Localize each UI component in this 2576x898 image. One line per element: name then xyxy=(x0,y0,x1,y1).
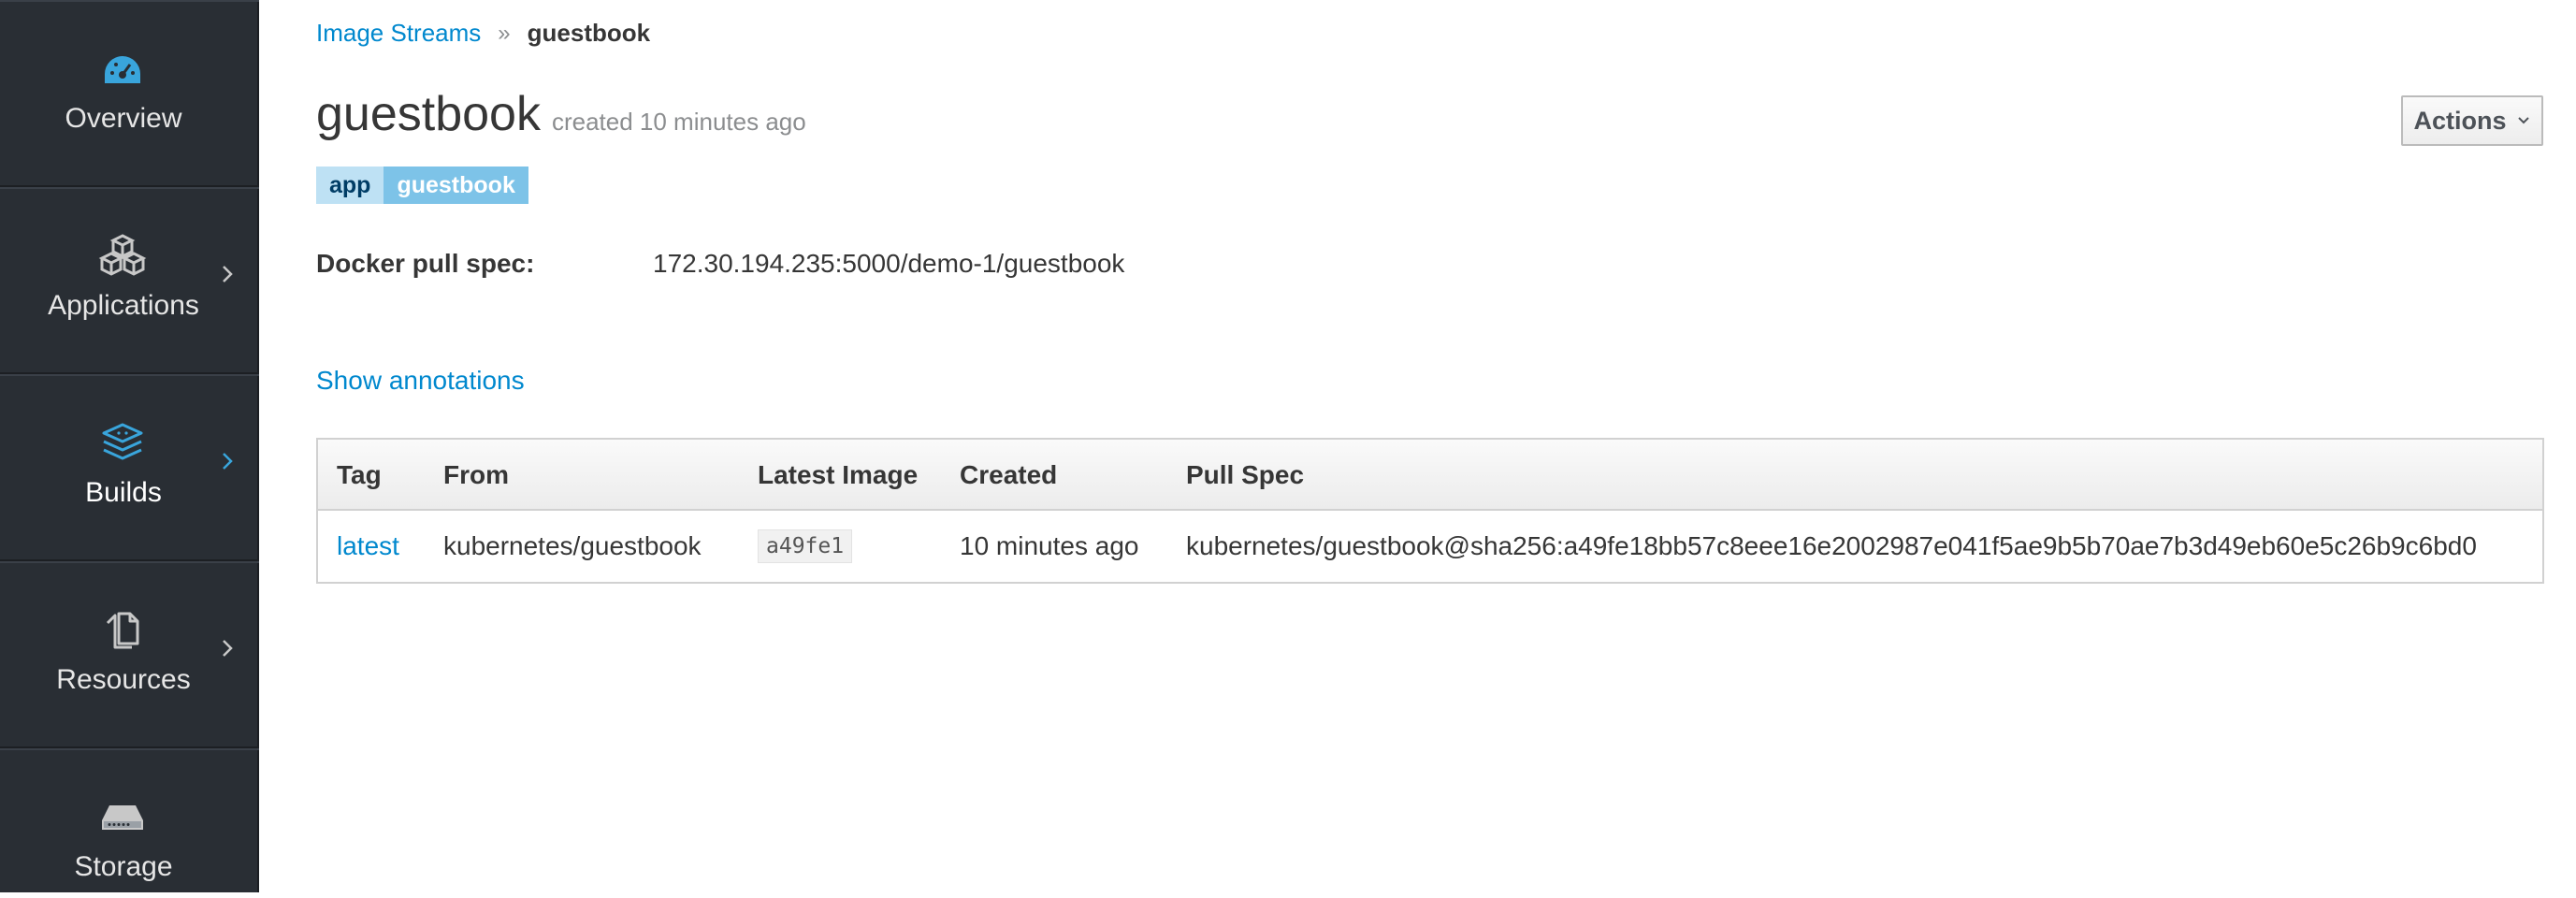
page-subtitle: created 10 minutes ago xyxy=(552,108,806,137)
copy-icon xyxy=(96,606,149,651)
pull-spec-value: kubernetes/guestbook@sha256:a49fe18bb57c… xyxy=(1186,511,2477,582)
layers-icon xyxy=(96,419,149,464)
actions-dropdown-button[interactable]: Actions xyxy=(2401,95,2543,146)
nav-item-overview[interactable]: Overview xyxy=(0,0,259,187)
nav-item-storage[interactable]: Storage xyxy=(0,748,259,898)
label-key[interactable]: app xyxy=(316,167,384,204)
cubes-icon xyxy=(96,232,149,277)
nav-label-applications: Applications xyxy=(0,290,247,322)
latest-image-cell: a49fe1 xyxy=(758,511,852,582)
column-header-from: From xyxy=(443,440,509,511)
from-value: kubernetes/guestbook xyxy=(443,511,702,582)
page-header: guestbook created 10 minutes ago xyxy=(316,86,806,142)
tag-link[interactable]: latest xyxy=(337,511,399,582)
docker-pull-spec-label: Docker pull spec: xyxy=(316,249,534,279)
nav-label-builds: Builds xyxy=(0,477,247,509)
breadcrumb-current: guestbook xyxy=(528,19,650,48)
table-row: latest kubernetes/guestbook a49fe1 10 mi… xyxy=(318,511,2542,582)
hdd-icon xyxy=(96,795,149,840)
chevron-right-icon xyxy=(217,264,238,284)
docker-pull-spec-value: 172.30.194.235:5000/demo-1/guestbook xyxy=(653,249,1124,279)
actions-label: Actions xyxy=(2413,107,2506,136)
nav-item-builds[interactable]: Builds xyxy=(0,374,259,561)
column-header-pull-spec: Pull Spec xyxy=(1186,440,1304,511)
tags-table: Tag From Latest Image Created Pull Spec … xyxy=(316,438,2544,584)
breadcrumb: Image Streams » guestbook xyxy=(316,19,650,48)
breadcrumb-link-image-streams[interactable]: Image Streams xyxy=(316,19,481,48)
labels-group: app guestbook xyxy=(316,167,528,204)
label-value[interactable]: guestbook xyxy=(384,167,528,204)
nav-item-applications[interactable]: Applications xyxy=(0,187,259,374)
left-nav-sidebar: Overview Applications xyxy=(0,0,259,892)
nav-label-storage: Storage xyxy=(0,851,247,883)
created-value: 10 minutes ago xyxy=(960,511,1138,582)
nav-label-overview: Overview xyxy=(0,103,247,135)
show-annotations-link[interactable]: Show annotations xyxy=(316,366,525,396)
nav-label-resources: Resources xyxy=(0,664,247,696)
latest-image-id: a49fe1 xyxy=(758,529,852,563)
column-header-created: Created xyxy=(960,440,1057,511)
double-chevron-right-icon: » xyxy=(498,21,510,47)
chevron-right-icon xyxy=(217,451,238,471)
page-title: guestbook xyxy=(316,86,541,142)
chevron-down-icon xyxy=(2516,113,2531,128)
column-header-latest-image: Latest Image xyxy=(758,440,918,511)
main-content: Image Streams » guestbook guestbook crea… xyxy=(261,0,2576,892)
table-header: Tag From Latest Image Created Pull Spec xyxy=(318,440,2542,511)
dashboard-icon xyxy=(96,49,149,94)
nav-item-resources[interactable]: Resources xyxy=(0,561,259,748)
column-header-tag: Tag xyxy=(337,440,382,511)
chevron-right-icon xyxy=(217,638,238,659)
